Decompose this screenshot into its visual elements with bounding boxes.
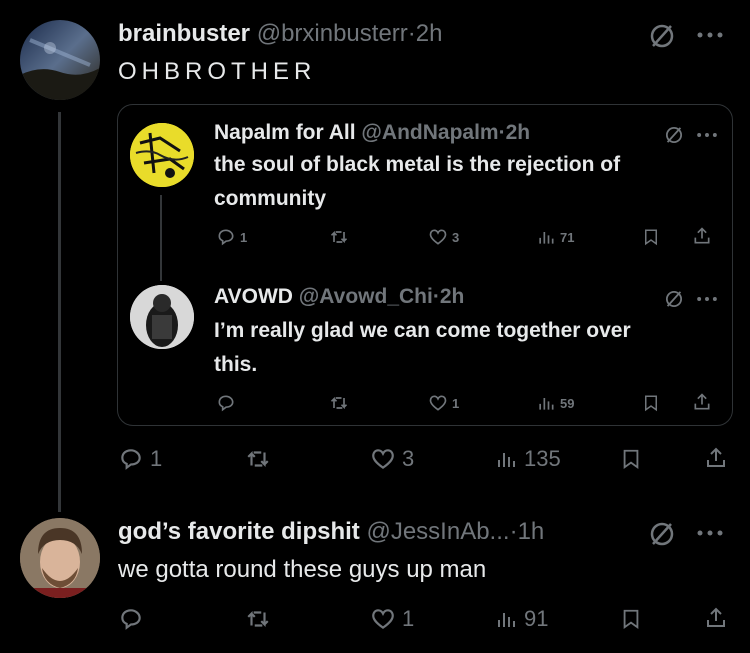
like-count: 3 [452,229,460,245]
like-count: 1 [452,395,460,411]
main-post-header: brainbuster @brxinbusterr·2h [118,20,442,48]
repost-icon [330,396,348,410]
separator: · [498,121,506,144]
display-name[interactable]: brainbuster [118,20,250,47]
share-icon [707,607,725,627]
quoted-thread-card[interactable]: Napalm for All @AndNapalm·2h the soul of… [117,104,733,426]
share-icon [694,227,710,244]
quoted-post1-text-line1: the soul of black metal is the rejection… [214,153,621,176]
handle[interactable]: @AndNapalm [361,121,498,144]
separator: · [407,20,416,47]
reply-icon [121,609,141,630]
quoted-post2-header: AVOWD @Avowd_Chi·2h [214,285,464,309]
more-options-icon[interactable] [696,528,724,538]
repost-icon [247,610,269,628]
timestamp[interactable]: 2h [506,121,531,144]
views-button[interactable]: 59 [536,393,574,413]
thread-connector [58,112,61,512]
like-button[interactable]: 3 [370,446,414,472]
share-button[interactable] [692,391,712,413]
avatar-avowd[interactable] [130,285,194,349]
like-count: 1 [402,606,415,631]
display-name[interactable]: Napalm for All [214,121,356,144]
grok-icon[interactable] [664,125,684,145]
reply-icon [121,449,141,470]
bookmark-button[interactable] [642,393,660,413]
like-button[interactable]: 3 [428,227,459,247]
views-button[interactable]: 135 [494,446,561,472]
reply-post-header: god’s favorite dipshit @JessInAb...·1h [118,518,544,546]
reply-count: 1 [150,446,163,471]
views-icon [539,232,554,244]
reply-count: 1 [240,229,248,245]
view-count: 91 [524,606,549,631]
avatar-gods-favorite-dipshit[interactable] [20,518,100,598]
views-button[interactable]: 91 [494,606,548,632]
display-name[interactable]: god’s favorite dipshit [118,518,360,545]
views-icon [498,453,515,467]
repost-button[interactable] [328,393,354,413]
reply-button[interactable]: 1 [216,227,247,247]
grok-icon[interactable] [648,22,676,50]
like-button[interactable]: 1 [370,606,414,632]
more-options-icon[interactable] [696,131,718,139]
handle[interactable]: @brxinbusterr [257,20,408,47]
view-count: 59 [560,395,575,411]
bookmark-icon [645,229,657,246]
bookmark-icon [623,449,639,470]
heart-icon [372,449,394,469]
quoted-post1-header: Napalm for All @AndNapalm·2h [214,121,530,145]
share-icon [694,393,710,410]
timestamp[interactable]: 2h [440,285,465,308]
views-button[interactable]: 71 [536,227,574,247]
repost-button[interactable] [328,227,354,247]
view-count: 71 [560,229,575,245]
grok-icon[interactable] [648,520,676,548]
more-options-icon[interactable] [696,295,718,303]
heart-icon [429,395,447,411]
repost-icon [247,450,269,468]
separator: · [509,518,518,545]
like-count: 3 [402,446,415,471]
repost-icon [330,230,348,244]
bookmark-button[interactable] [620,606,642,632]
bookmark-button[interactable] [620,446,642,472]
handle[interactable]: @JessInAb... [366,518,509,545]
more-options-icon[interactable] [696,30,724,40]
quoted-thread-connector [160,195,162,281]
share-button[interactable] [692,225,712,247]
reply-icon [218,395,234,412]
reply-button[interactable] [118,606,150,632]
views-icon [498,613,515,627]
timestamp[interactable]: 2h [416,20,443,47]
bookmark-icon [623,609,639,630]
grok-icon[interactable] [664,289,684,309]
reply-button[interactable]: 1 [118,446,162,472]
timestamp[interactable]: 1h [518,518,545,545]
repost-button[interactable] [244,446,278,472]
quoted-post1-text-line2: community [214,187,327,210]
handle[interactable]: @Avowd_Chi [299,285,433,308]
view-count: 135 [524,446,561,471]
reply-button[interactable] [216,393,240,413]
main-post-text: OHBROTHER [118,58,317,85]
heart-icon [372,609,394,629]
quoted-post2-text-line2: this. [214,353,258,376]
share-button[interactable] [704,604,728,632]
views-icon [539,398,554,410]
display-name[interactable]: AVOWD [214,285,293,308]
heart-icon [429,229,447,245]
quoted-post2-text-line1: I’m really glad we can come together ove… [214,319,631,342]
repost-button[interactable] [244,606,278,632]
avatar-brainbuster[interactable] [20,20,100,100]
bookmark-icon [645,395,657,412]
avatar-napalm[interactable] [130,123,194,187]
share-icon [707,447,725,467]
reply-post-text: we gotta round these guys up man [118,556,487,583]
separator: · [432,285,440,308]
reply-icon [218,229,234,246]
like-button[interactable]: 1 [428,393,459,413]
bookmark-button[interactable] [642,227,660,247]
share-button[interactable] [704,444,728,472]
